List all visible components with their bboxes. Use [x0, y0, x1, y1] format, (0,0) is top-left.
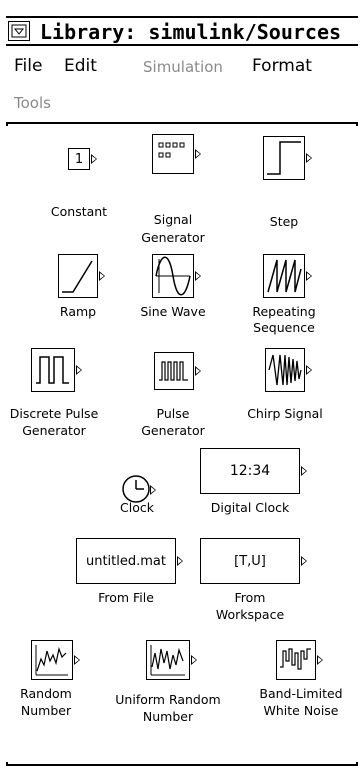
pulse-generator-label-1: Pulse — [156, 406, 190, 421]
ramp-output-port — [99, 271, 105, 281]
chirp-signal-label: Chirp Signal — [247, 406, 323, 421]
clock-label: Clock — [120, 500, 154, 515]
signal-generator-label-2: Generator — [141, 230, 205, 245]
chirp-signal-icon — [268, 354, 302, 386]
sine-wave-output-port — [195, 271, 201, 281]
repeating-sequence-output-port — [306, 271, 312, 281]
pulse-generator-label-2: Generator — [141, 423, 205, 438]
title-bar[interactable]: Library: simulink/Sources — [6, 16, 358, 46]
window-menu-button[interactable] — [8, 21, 30, 41]
menu-bar: File Edit Simulation Format Tools — [6, 46, 358, 124]
step-icon — [267, 141, 301, 175]
digital-clock-output-port — [301, 466, 307, 476]
menu-edit[interactable]: Edit — [64, 56, 97, 76]
band-limited-white-noise-block[interactable] — [276, 640, 316, 680]
random-number-output-port — [74, 655, 80, 665]
signal-generator-label-1: Signal — [153, 212, 193, 227]
from-workspace-block[interactable]: [T,U] — [200, 538, 300, 584]
band-limited-white-noise-label-1: Band-Limited — [259, 686, 343, 701]
signal-generator-block[interactable] — [152, 134, 194, 174]
random-number-icon — [35, 645, 68, 676]
band-limited-white-noise-label-2: White Noise — [263, 703, 339, 718]
band-limited-white-noise-icon — [280, 648, 311, 670]
pulse-generator-output-port — [195, 366, 201, 376]
uniform-random-number-output-port — [191, 655, 197, 665]
from-workspace-label-1: From — [234, 590, 266, 605]
digital-clock-display: 12:34 — [229, 463, 271, 479]
random-number-block[interactable] — [31, 640, 73, 680]
signal-generator-icon — [158, 142, 185, 158]
pulse-generator-block[interactable] — [154, 352, 194, 390]
constant-block[interactable]: 1 — [68, 148, 90, 170]
menu-tools[interactable]: Tools — [14, 94, 51, 112]
signal-generator-output-port — [195, 149, 201, 159]
chirp-signal-block[interactable] — [265, 348, 305, 392]
menu-file[interactable]: File — [14, 56, 42, 76]
discrete-pulse-generator-label-1: Discrete Pulse — [9, 406, 99, 421]
digital-clock-label: Digital Clock — [210, 500, 290, 515]
uniform-random-number-label-1: Uniform Random — [115, 692, 221, 707]
step-label: Step — [269, 214, 299, 229]
uniform-random-number-label-2: Number — [142, 709, 194, 724]
repeating-sequence-label-2: Sequence — [253, 320, 315, 335]
discrete-pulse-generator-label-2: Generator — [22, 423, 86, 438]
window-menu-icon — [11, 24, 27, 38]
from-file-label: From File — [98, 590, 154, 605]
sine-wave-icon — [155, 256, 191, 296]
digital-clock-block[interactable]: 12:34 — [200, 448, 300, 494]
step-block[interactable] — [263, 136, 305, 180]
band-limited-white-noise-output-port — [317, 655, 323, 665]
chirp-signal-output-port — [306, 365, 312, 375]
repeating-sequence-block[interactable] — [263, 254, 305, 298]
from-file-block[interactable]: untitled.mat — [76, 538, 176, 584]
ramp-block[interactable] — [58, 254, 98, 298]
ramp-label: Ramp — [59, 304, 97, 319]
library-canvas: 1 Constant Signal Generator Step Ramp Si… — [6, 126, 358, 762]
pulse-generator-icon — [159, 361, 188, 381]
from-file-display: untitled.mat — [85, 553, 166, 569]
constant-label: Constant — [50, 204, 108, 219]
repeating-sequence-label-1: Repeating — [252, 304, 316, 319]
discrete-pulse-generator-block[interactable] — [31, 348, 75, 392]
from-file-output-port — [177, 556, 183, 566]
library-window: Library: simulink/Sources File Edit Simu… — [0, 0, 363, 778]
clock-output-port — [150, 485, 156, 495]
sine-wave-label: Sine Wave — [140, 304, 206, 319]
random-number-label-2: Number — [20, 703, 72, 718]
step-output-port — [306, 153, 312, 163]
discrete-pulse-icon — [36, 356, 69, 384]
window-title: Library: simulink/Sources — [40, 20, 342, 44]
repeating-sequence-icon — [267, 259, 302, 293]
uniform-random-number-block[interactable] — [146, 640, 190, 680]
window-frame-bottom — [6, 764, 358, 766]
random-number-label-1: Random — [20, 686, 72, 701]
constant-value: 1 — [74, 151, 84, 167]
sine-wave-block[interactable] — [152, 254, 194, 298]
from-workspace-label-2: Workspace — [215, 607, 285, 622]
ramp-icon — [62, 260, 93, 293]
constant-output-port — [91, 154, 97, 164]
menu-simulation[interactable]: Simulation — [143, 58, 223, 76]
discrete-pulse-generator-output-port — [76, 365, 82, 375]
from-workspace-display: [T,U] — [234, 553, 266, 569]
menu-format[interactable]: Format — [252, 56, 312, 76]
from-workspace-output-port — [301, 556, 307, 566]
uniform-random-number-icon — [150, 645, 185, 676]
